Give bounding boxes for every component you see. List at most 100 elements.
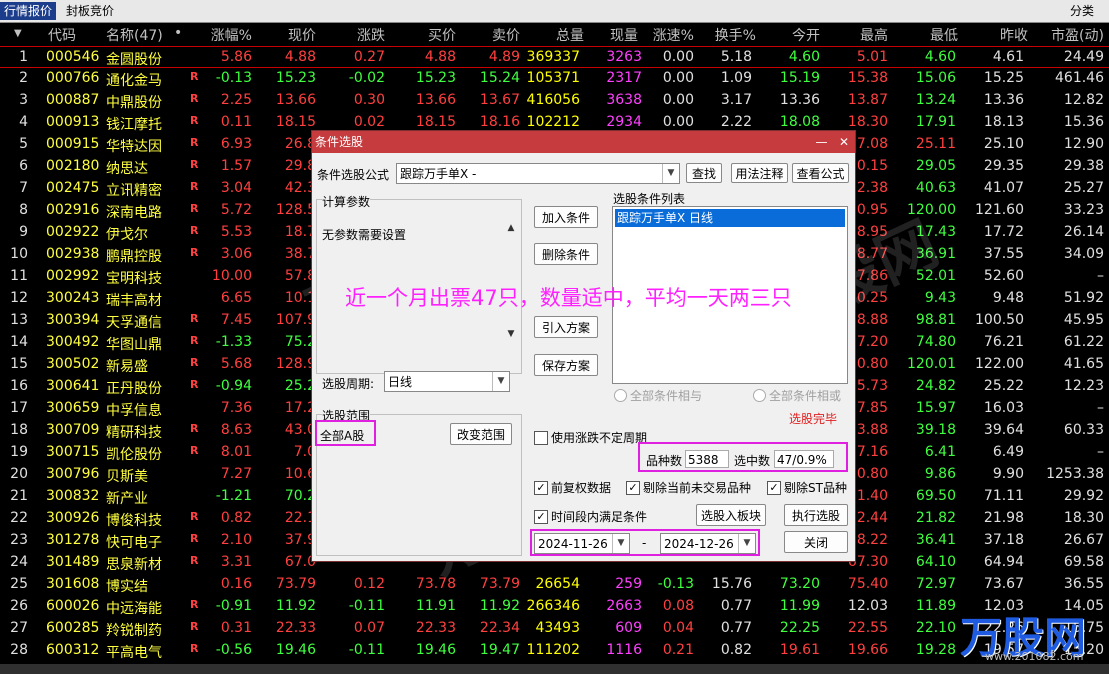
period-select[interactable]: 日线 ▼ <box>384 371 510 392</box>
cell-pe: 26.14 <box>1063 224 1104 240</box>
add-condition-button[interactable]: 加入条件 <box>534 206 598 228</box>
table-row[interactable]: 2 000766 通化金马 R -0.13 15.23 -0.02 15.23 15.24 105… <box>0 68 1109 90</box>
column-header[interactable]: 昨收 <box>966 25 1028 45</box>
cell-vol: 369337 <box>526 49 580 65</box>
find-button[interactable]: 查找 <box>686 163 722 183</box>
column-header[interactable]: 涨跌 <box>330 25 385 45</box>
radio-or[interactable] <box>753 389 766 402</box>
column-header[interactable]: 总量 <box>522 25 584 45</box>
chevron-down-icon[interactable]: ▼ <box>662 164 679 183</box>
column-header[interactable]: 买价 <box>404 25 456 45</box>
cell-prev: 9.48 <box>992 290 1024 306</box>
save-plan-button[interactable]: 保存方案 <box>534 354 598 376</box>
date-start-field[interactable]: 2024-11-26 ▼ <box>534 533 630 554</box>
date-end-field[interactable]: 2024-12-26 ▼ <box>660 533 756 554</box>
cell-prev: 100.50 <box>975 312 1024 328</box>
import-plan-button[interactable]: 引入方案 <box>534 316 598 338</box>
cell-n: 20 <box>10 466 28 482</box>
cell-chg: 0.16 <box>220 576 252 592</box>
table-row[interactable]: 1 000546 金圆股份 5.86 4.88 0.27 4.88 4.89 369337 326… <box>0 46 1109 68</box>
check-icon: ✓ <box>769 481 779 494</box>
cell-low: 39.18 <box>915 422 956 438</box>
cell-n: 18 <box>10 422 28 438</box>
table-row[interactable]: 27 600285 羚锐制药 R 0.31 22.33 0.07 22.33 22.34 4349… <box>0 618 1109 640</box>
delete-condition-button[interactable]: 删除条件 <box>534 243 598 265</box>
cell-prev: 25.10 <box>983 136 1024 152</box>
cell-code: 002475 <box>46 180 100 196</box>
column-header[interactable]: 涨幅% <box>200 25 252 45</box>
cell-pe: 24.49 <box>1063 49 1104 65</box>
cell-low: 74.80 <box>915 334 956 350</box>
cell-name: 博实结 <box>106 579 148 595</box>
table-row[interactable]: 28 600312 平高电气 R -0.56 19.46 -0.11 19.46 19.47 11… <box>0 640 1109 662</box>
exclude-notrade-label: 剔除当前未交易品种 <box>643 481 752 495</box>
cell-price: 18.15 <box>275 114 316 130</box>
dialog-titlebar[interactable]: 条件选股 — ✕ <box>312 131 855 153</box>
period-checkbox[interactable]: ✓ <box>534 510 548 524</box>
column-header[interactable]: 涨速% <box>650 25 694 45</box>
column-header[interactable]: 代码 <box>48 25 98 45</box>
column-header[interactable]: 现价 <box>268 25 316 45</box>
selected-field: 47/0.9% <box>774 450 834 468</box>
chevron-down-icon[interactable]: ▼ <box>738 534 755 553</box>
cell-code: 300492 <box>46 334 100 350</box>
cell-prev: 25.22 <box>983 378 1024 394</box>
cell-price: 4.88 <box>284 49 316 65</box>
exclude-notrade-checkbox[interactable]: ✓ <box>626 481 640 495</box>
usage-button[interactable]: 用法注释 <box>731 163 788 183</box>
cell-code: 000546 <box>46 49 100 65</box>
cell-name: 钱江摩托 <box>106 117 162 133</box>
cell-price: 29.8 <box>284 158 316 174</box>
cell-name: 深南电路 <box>106 205 162 221</box>
uncertain-period-checkbox[interactable] <box>534 431 548 445</box>
radio-and[interactable] <box>614 389 627 402</box>
table-row[interactable]: 26 600026 中远海能 R -0.91 11.92 -0.11 11.91 11.92 26… <box>0 596 1109 618</box>
column-header[interactable]: 名称(47) <box>106 25 176 45</box>
column-header[interactable]: 换手% <box>706 25 756 45</box>
condition-item[interactable]: 跟踪万手单X 日线 <box>615 209 845 227</box>
cell-code: 301489 <box>46 554 100 570</box>
minimize-icon[interactable]: — <box>815 135 827 149</box>
cell-chg: 2.10 <box>220 532 252 548</box>
tab-auction[interactable]: 封板竞价 <box>62 2 118 20</box>
exclude-st-checkbox[interactable]: ✓ <box>767 481 781 495</box>
table-row[interactable]: 3 000887 中鼎股份 R 2.25 13.66 0.30 13.66 13.67 41605… <box>0 90 1109 112</box>
cell-pe: 60.33 <box>1063 422 1104 438</box>
column-header[interactable]: 卖价 <box>472 25 520 45</box>
cell-ask: 15.24 <box>479 70 520 86</box>
run-screen-button[interactable]: 执行选股 <box>784 504 848 526</box>
category-label[interactable]: 分类过 <box>1066 2 1109 36</box>
to-board-button[interactable]: 选股入板块 <box>696 504 766 526</box>
count-field: 5388 <box>685 450 729 468</box>
change-range-button[interactable]: 改变范围 <box>450 423 512 445</box>
table-row[interactable]: 25 301608 博实结 0.16 73.79 0.12 73.78 73.79 26654 2… <box>0 574 1109 596</box>
cell-price: 22.33 <box>275 620 316 636</box>
close-icon[interactable]: ✕ <box>839 135 849 149</box>
cell-pe: 26.67 <box>1063 532 1104 548</box>
formula-select[interactable]: 跟踪万手单X - ▼ <box>396 163 680 184</box>
column-header[interactable]: 市盈(动) <box>1036 25 1104 45</box>
tab-quotes[interactable]: 行情报价 <box>0 2 57 20</box>
cell-chg: 5.68 <box>220 356 252 372</box>
exclude-st-label: 剔除ST品种 <box>784 481 847 495</box>
cell-speed: 0.21 <box>662 642 694 658</box>
column-header[interactable]: • <box>174 25 184 41</box>
scroll-up-icon[interactable]: ▲ <box>504 221 518 235</box>
column-header[interactable]: 最高 <box>830 25 888 45</box>
chevron-down-icon[interactable]: ▼ <box>492 372 509 391</box>
sort-arrow-icon[interactable]: ▼ <box>14 28 22 39</box>
column-header[interactable]: 今开 <box>760 25 820 45</box>
close-button[interactable]: 关闭 <box>784 531 848 553</box>
selected-label: 选中数 <box>734 454 771 468</box>
cell-diff: 0.02 <box>353 114 385 130</box>
cell-bid: 15.23 <box>415 70 456 86</box>
cell-vol: 43493 <box>535 620 580 636</box>
cell-price: 43.0 <box>284 422 316 438</box>
scroll-down-icon[interactable]: ▼ <box>504 327 518 341</box>
column-header[interactable]: 现量 <box>600 25 638 45</box>
column-header[interactable]: 最低 <box>900 25 958 45</box>
view-formula-button[interactable]: 查看公式 <box>792 163 849 183</box>
cell-code: 002180 <box>46 158 100 174</box>
chevron-down-icon[interactable]: ▼ <box>612 534 629 553</box>
restore-checkbox[interactable]: ✓ <box>534 481 548 495</box>
